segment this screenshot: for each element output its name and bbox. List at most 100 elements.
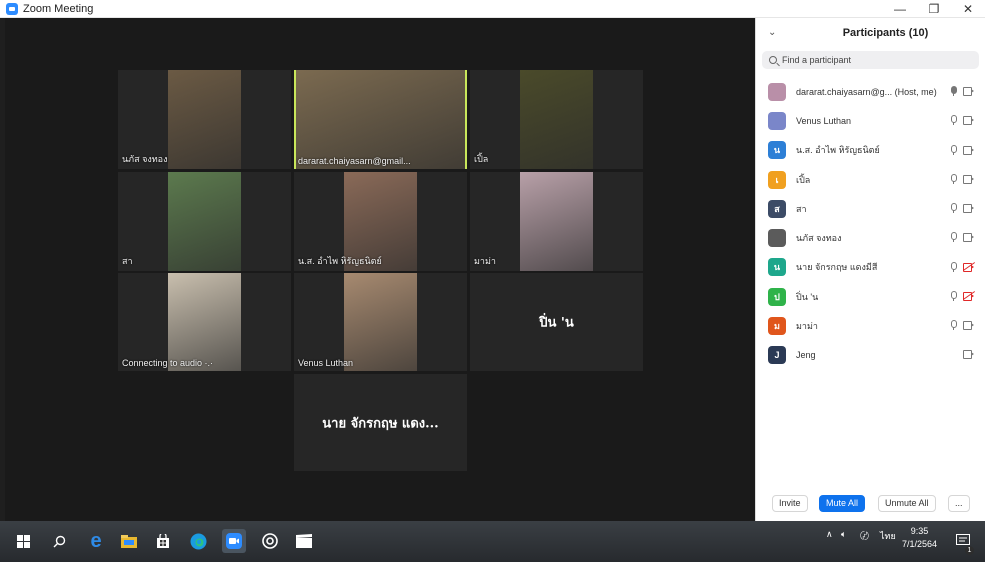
notification-count: 1 — [965, 546, 974, 555]
participants-panel: ⌄ Participants (10) dararat.chaiyasarn@g… — [755, 18, 985, 521]
microphone-muted-icon[interactable] — [950, 173, 957, 184]
participant-name: น.ส. อำไพ หิรัญธนิตย์ — [796, 145, 880, 156]
participant-status-icons — [963, 349, 975, 359]
language-indicator[interactable]: ไทย — [880, 529, 896, 543]
microphone-muted-icon[interactable] — [950, 115, 957, 126]
chrome-icon[interactable] — [258, 529, 282, 553]
participant-avatar: ป — [768, 287, 786, 306]
participant-avatar: J — [768, 346, 786, 365]
more-button[interactable]: ... — [948, 495, 970, 512]
participant-row[interactable]: เ เปิ้ล — [756, 165, 985, 194]
tile-name: dararat.chaiyasarn@gmail... — [298, 156, 411, 166]
tile-name: นภัส จงทอง — [122, 154, 168, 164]
chevron-down-icon[interactable]: ⌄ — [768, 27, 776, 38]
participant-status-icons — [950, 86, 975, 96]
microphone-muted-icon[interactable] — [950, 261, 957, 272]
video-tile[interactable]: Connecting to audio ·.· — [118, 273, 291, 371]
participant-video — [344, 273, 417, 371]
video-tile-no-video[interactable]: นาย จักรกฤษ แดง... — [294, 374, 467, 471]
microphone-muted-icon[interactable] — [950, 232, 957, 243]
participant-name: มาม่า — [796, 321, 818, 332]
video-tile[interactable]: เปิ้ล — [470, 70, 643, 169]
video-tile[interactable]: มาม่า — [470, 172, 643, 271]
slash-mark — [962, 291, 976, 301]
tile-center-name: ปิ่น 'น — [539, 315, 574, 331]
panel-header: ⌄ Participants (10) — [756, 18, 985, 48]
participant-row[interactable]: น น.ส. อำไพ หิรัญธนิตย์ — [756, 136, 985, 165]
unmute-all-button[interactable]: Unmute All — [878, 495, 936, 512]
video-tile[interactable]: นภัส จงทอง — [118, 70, 291, 169]
start-icon[interactable] — [12, 529, 34, 553]
video-tile-active[interactable]: dararat.chaiyasarn@gmail... — [294, 70, 467, 169]
participant-row[interactable]: ส สา — [756, 194, 985, 223]
taskbar-clock[interactable]: 9:35 7/1/2564 — [902, 525, 937, 551]
participant-row[interactable]: J Jeng — [756, 341, 985, 370]
participant-name: Venus Luthan — [796, 115, 852, 126]
zoom-taskbar-icon[interactable] — [222, 529, 246, 553]
video-tile-no-video[interactable]: ปิ่น 'น — [470, 273, 643, 371]
zoom-app-icon — [6, 2, 18, 15]
camera-icon[interactable] — [963, 321, 975, 331]
camera-icon[interactable] — [963, 145, 975, 155]
microphone-muted-icon[interactable] — [950, 320, 957, 331]
microphone-muted-icon[interactable] — [950, 291, 957, 302]
participant-status-icons — [950, 320, 975, 331]
tile-name: เปิ้ล — [474, 154, 489, 164]
video-gallery: นภัส จงทอง dararat.chaiyasarn@gmail... เ… — [5, 18, 755, 521]
participant-list: dararat.chaiyasarn@g... (Host, me) Venus … — [756, 77, 985, 370]
participant-row[interactable]: ป ปิ่น 'น — [756, 282, 985, 311]
tile-name: มาม่า — [474, 256, 496, 266]
microphone-muted-icon[interactable] — [950, 203, 957, 214]
tile-center-name: นาย จักรกฤษ แดง... — [322, 416, 439, 431]
restore-button[interactable]: ❐ — [917, 0, 951, 18]
edge-icon[interactable] — [186, 529, 210, 553]
participant-video — [296, 70, 465, 169]
tile-name: น.ส. อำไพ หิรัญธนิตย์ — [298, 256, 382, 266]
windows-taskbar: e ∧ 🔈︎ 〄 ไทย 9:35 7/1/2564 1 — [0, 521, 985, 562]
volume-icon[interactable]: 🔈︎ — [841, 529, 846, 540]
video-tile[interactable]: สา — [118, 172, 291, 271]
participant-row[interactable]: dararat.chaiyasarn@g... (Host, me) — [756, 77, 985, 106]
camera-off-icon[interactable] — [962, 291, 976, 302]
camera-icon[interactable] — [963, 87, 975, 96]
camera-icon[interactable] — [963, 204, 975, 214]
notification-icon[interactable]: 1 — [952, 529, 974, 555]
invite-button[interactable]: Invite — [772, 495, 808, 512]
camera-icon[interactable] — [963, 349, 975, 359]
participant-row[interactable]: นภัส จงทอง — [756, 223, 985, 252]
microphone-muted-icon[interactable] — [950, 144, 957, 155]
mute-all-button[interactable]: Mute All — [819, 495, 866, 512]
camera-off-icon[interactable] — [962, 261, 976, 272]
slash-mark — [962, 261, 976, 271]
microphone-icon[interactable] — [950, 86, 957, 96]
camera-icon[interactable] — [963, 233, 975, 243]
wifi-icon[interactable]: 〄 — [860, 529, 869, 542]
participant-status-icons — [950, 144, 975, 155]
participant-status-icons — [950, 261, 976, 272]
search-icon[interactable] — [48, 529, 70, 553]
tile-name: สา — [122, 256, 133, 266]
participant-avatar: เ — [768, 170, 786, 189]
close-button[interactable]: ✕ — [951, 0, 985, 18]
minimize-button[interactable]: — — [883, 0, 917, 18]
window-title: Zoom Meeting — [23, 2, 94, 15]
video-editor-icon[interactable] — [292, 529, 316, 553]
file-explorer-icon[interactable] — [118, 529, 140, 553]
camera-icon[interactable] — [963, 174, 975, 184]
tile-name: Venus Luthan — [298, 358, 354, 368]
store-icon[interactable] — [152, 529, 174, 553]
tray-chevron-icon[interactable]: ∧ — [826, 529, 833, 540]
search-input[interactable] — [782, 55, 962, 65]
internet-explorer-icon[interactable]: e — [84, 529, 108, 553]
clock-time: 9:35 — [910, 526, 929, 536]
participant-row[interactable]: น นาย จักรกฤษ แดงมีสี — [756, 253, 985, 282]
participant-row[interactable]: ม มาม่า — [756, 311, 985, 340]
participant-row[interactable]: Venus Luthan — [756, 106, 985, 135]
participant-status-icons — [950, 173, 975, 184]
window-controls: — ❐ ✕ — [883, 0, 985, 18]
camera-icon[interactable] — [963, 116, 975, 126]
video-tile[interactable]: น.ส. อำไพ หิรัญธนิตย์ — [294, 172, 467, 271]
participant-search — [762, 51, 979, 69]
participant-name: นาย จักรกฤษ แดงมีสี — [796, 262, 878, 273]
video-tile[interactable]: Venus Luthan — [294, 273, 467, 371]
